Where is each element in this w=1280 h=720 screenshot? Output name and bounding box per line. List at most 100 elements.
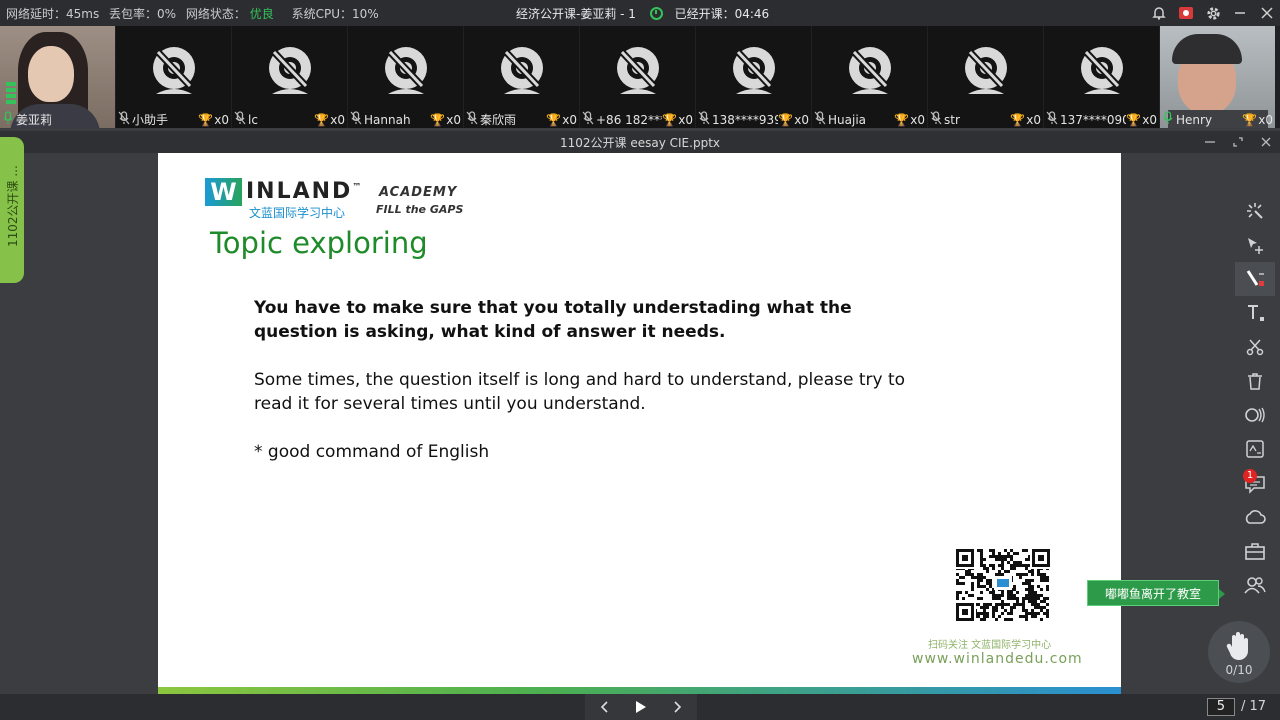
- document-title: 1102公开课 eesay CIE.pptx: [560, 136, 720, 150]
- next-page-button[interactable]: [660, 694, 697, 720]
- toolbox-tool[interactable]: [1235, 534, 1275, 568]
- participant-label: 138****9395🏆x0: [696, 111, 811, 128]
- document-title-bar: 1102公开课 eesay CIE.pptx: [0, 131, 1280, 153]
- gear-icon[interactable]: [1200, 0, 1226, 26]
- text-tool[interactable]: [1235, 296, 1275, 330]
- participant-name: Huajia: [828, 113, 867, 127]
- participant-tile[interactable]: Hannah 🏆 x0: [348, 26, 463, 128]
- logo-w-mark: W: [205, 178, 242, 206]
- page-total: / 17: [1240, 699, 1266, 714]
- chat-tool[interactable]: 1: [1235, 466, 1275, 500]
- network-stats: 网络延时：45ms 丢包率：0% 网络状态： 优良 系统CPU：10%: [6, 5, 385, 22]
- participant-label: 小助手 🏆 x0: [116, 111, 231, 128]
- participant-tile[interactable]: 137****0908🏆x0: [1044, 26, 1159, 128]
- side-tab-label: 1102公开课 ...: [6, 165, 20, 247]
- camera-off-icon: [385, 47, 427, 94]
- volume-meter: [6, 82, 16, 106]
- participant-label: lc 🏆 x0: [232, 111, 347, 128]
- trophy-count: x0: [330, 113, 345, 127]
- video-strip: 姜亚莉小助手🏆x0lc🏆x0Hannah🏆x0秦欣雨🏆x0+86 182****…: [0, 26, 1280, 128]
- play-button[interactable]: [622, 694, 659, 720]
- bottom-bar: 5 / 17: [0, 694, 1280, 720]
- participant-tile[interactable]: 小助手 🏆 x0: [116, 26, 231, 128]
- close-icon[interactable]: [1254, 0, 1280, 26]
- slide-paragraph-3: * good command of English: [254, 442, 490, 462]
- participant-name: +86 182****: [596, 113, 662, 127]
- status-bar: 网络延时：45ms 丢包率：0% 网络状态： 优良 系统CPU：10% 经济公开…: [0, 0, 1280, 26]
- select-move-tool[interactable]: [1235, 228, 1275, 262]
- qr-code: [956, 549, 1050, 621]
- participant-tile[interactable]: str 🏆 x0: [928, 26, 1043, 128]
- participant-tile[interactable]: 姜亚莉: [0, 26, 115, 128]
- trophy-count: x0: [446, 113, 461, 127]
- classroom-app: 网络延时：45ms 丢包率：0% 网络状态： 优良 系统CPU：10% 经济公开…: [0, 0, 1280, 720]
- class-info: 经济公开课-姜亚莉 - 1 已经开课：04:46: [516, 5, 769, 22]
- members-tool[interactable]: [1235, 568, 1275, 602]
- trash-tool[interactable]: [1235, 364, 1275, 398]
- participant-tile[interactable]: +86 182****🏆x0: [580, 26, 695, 128]
- participant-name: 138****9395: [712, 113, 779, 127]
- minimize-icon[interactable]: [1227, 0, 1253, 26]
- pen-tool[interactable]: [1235, 262, 1275, 296]
- participant-tile[interactable]: Huajia 🏆 x0: [812, 26, 927, 128]
- quiz-tool[interactable]: [1235, 432, 1275, 466]
- trophy-icon: 🏆: [778, 113, 794, 127]
- bell-icon[interactable]: [1146, 0, 1172, 26]
- hand-raise-button[interactable]: 0/10: [1208, 621, 1270, 683]
- trophy-icon: 🏆: [894, 113, 910, 127]
- doc-minimize-icon[interactable]: [1196, 131, 1224, 153]
- participant-label: Hannah 🏆 x0: [348, 111, 463, 128]
- cpu-text: 系统CPU：10%: [291, 7, 379, 21]
- camera-off-icon: [849, 47, 891, 94]
- scissors-tool[interactable]: [1235, 330, 1275, 364]
- mic-icon: [2, 111, 16, 128]
- cloud-tool[interactable]: [1235, 500, 1275, 534]
- trophy-count: x0: [1142, 113, 1157, 127]
- shapes-tool[interactable]: [1235, 398, 1275, 432]
- doc-expand-icon[interactable]: [1224, 131, 1252, 153]
- participant-tile[interactable]: lc 🏆 x0: [232, 26, 347, 128]
- participant-name: 137****0908: [1060, 113, 1127, 127]
- trophy-icon: 🏆: [662, 113, 678, 127]
- logo-tagline: FILL the GAPS: [376, 203, 464, 216]
- mic-icon: [930, 111, 944, 128]
- participant-name: 姜亚莉: [16, 113, 53, 127]
- page-number-input[interactable]: 5: [1206, 698, 1235, 716]
- camera-off-icon: [153, 47, 195, 94]
- participant-label: str 🏆 x0: [928, 111, 1043, 128]
- participant-tile[interactable]: 138****9395🏆x0: [696, 26, 811, 128]
- trophy-count: x0: [1258, 113, 1273, 127]
- trophy-count: x0: [1026, 113, 1041, 127]
- slide-canvas[interactable]: W INLAND™ ACADEMY 文蓝国际学习中心 FILL the GAPS…: [158, 153, 1121, 694]
- slide-footer-bar: [158, 687, 1121, 694]
- mic-icon: [234, 111, 248, 128]
- participant-tile[interactable]: Henry 🏆 x0: [1160, 26, 1275, 128]
- camera-off-icon: [1081, 47, 1123, 94]
- slide-pager: [585, 694, 697, 720]
- participant-tile[interactable]: 秦欣雨 🏆 x0: [464, 26, 579, 128]
- class-title: 经济公开课-姜亚莉 - 1: [516, 7, 636, 21]
- hand-icon: [1226, 632, 1248, 661]
- leave-notification: 嘟嘟鱼离开了教室: [1087, 580, 1225, 606]
- document-side-tab[interactable]: 1102公开课 ...: [0, 137, 24, 283]
- participant-name: lc: [248, 113, 258, 127]
- hand-raise-count: 0/10: [1225, 663, 1253, 677]
- trophy-icon: 🏆: [1242, 113, 1258, 127]
- doc-close-icon[interactable]: [1252, 131, 1280, 153]
- camera-off-icon: [965, 47, 1007, 94]
- mic-icon: [466, 111, 480, 128]
- chat-badge: 1: [1243, 469, 1257, 483]
- trophy-icon: 🏆: [1126, 113, 1142, 127]
- record-icon[interactable]: [1173, 0, 1199, 26]
- participant-label: 137****0908🏆x0: [1044, 111, 1159, 128]
- slide-paragraph-1: You have to make sure that you totally u…: [254, 298, 852, 342]
- camera-off-icon: [617, 47, 659, 94]
- laser-pointer-tool[interactable]: [1235, 194, 1275, 228]
- trophy-icon: 🏆: [1010, 113, 1026, 127]
- camera-off-icon: [733, 47, 775, 94]
- latency-text: 网络延时：45ms: [6, 7, 100, 21]
- prev-page-button[interactable]: [585, 694, 622, 720]
- network-state-value: 优良: [249, 7, 274, 21]
- participant-label: 秦欣雨 🏆 x0: [464, 111, 579, 128]
- packet-loss-text: 丢包率：0%: [109, 7, 177, 21]
